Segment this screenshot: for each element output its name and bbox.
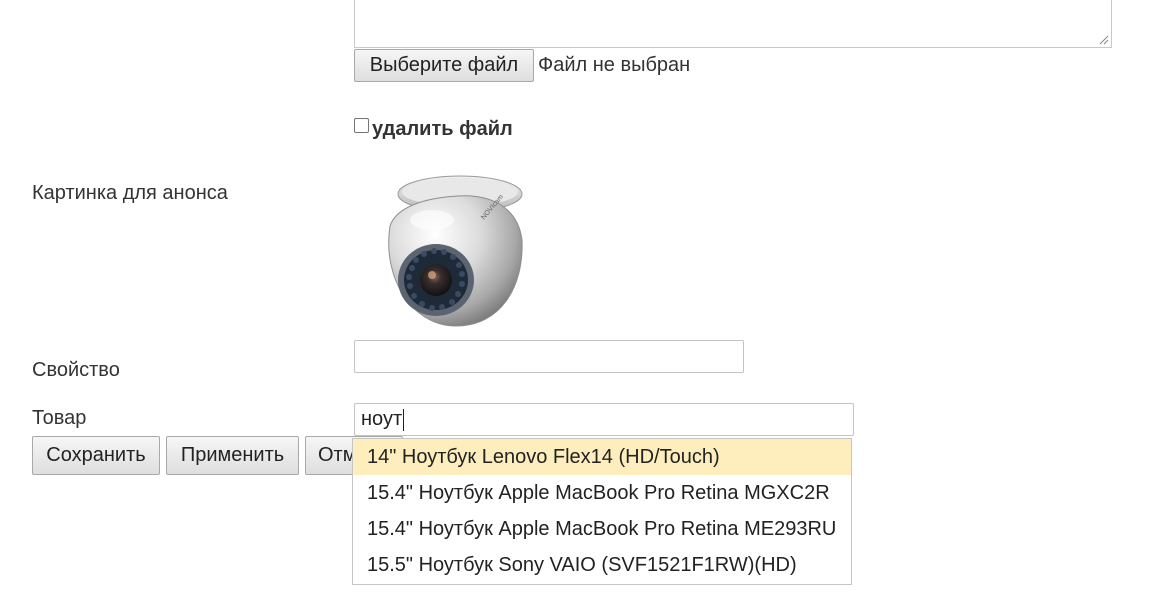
resize-grip-icon[interactable] xyxy=(1099,35,1109,45)
delete-file-checkbox[interactable] xyxy=(354,118,369,133)
autocomplete-item[interactable]: 15.5" Ноутбук Sony VAIO (SVF1521F1RW)(HD… xyxy=(353,547,851,583)
autocomplete-item[interactable]: 14" Ноутбук Lenovo Flex14 (HD/Touch) xyxy=(353,439,851,475)
text-caret xyxy=(403,408,405,431)
property-input[interactable] xyxy=(354,340,744,373)
apply-button[interactable]: Применить xyxy=(166,436,299,475)
dome-camera-image: NOVIcam xyxy=(388,175,523,327)
delete-file-label[interactable]: удалить файл xyxy=(372,118,513,141)
preview-image-label: Картинка для анонса xyxy=(32,182,228,204)
product-search-value: ноут xyxy=(361,408,403,430)
property-label: Свойство xyxy=(32,359,120,381)
file-status-text: Файл не выбран xyxy=(538,54,691,76)
autocomplete-item[interactable]: 15.4" Ноутбук Apple MacBook Pro Retina M… xyxy=(353,475,851,511)
autocomplete-item[interactable]: 15.4" Ноутбук Apple MacBook Pro Retina M… xyxy=(353,511,851,547)
product-edit-form: Выберите файл Файл не выбран удалить фай… xyxy=(0,0,1164,614)
choose-file-button[interactable]: Выберите файл xyxy=(354,49,534,82)
product-label: Товар xyxy=(32,407,87,429)
description-textarea[interactable] xyxy=(354,0,1112,48)
product-search-input[interactable]: ноут xyxy=(354,403,854,436)
save-button[interactable]: Сохранить xyxy=(32,436,160,475)
product-autocomplete-list: 14" Ноутбук Lenovo Flex14 (HD/Touch) 15.… xyxy=(352,438,852,585)
